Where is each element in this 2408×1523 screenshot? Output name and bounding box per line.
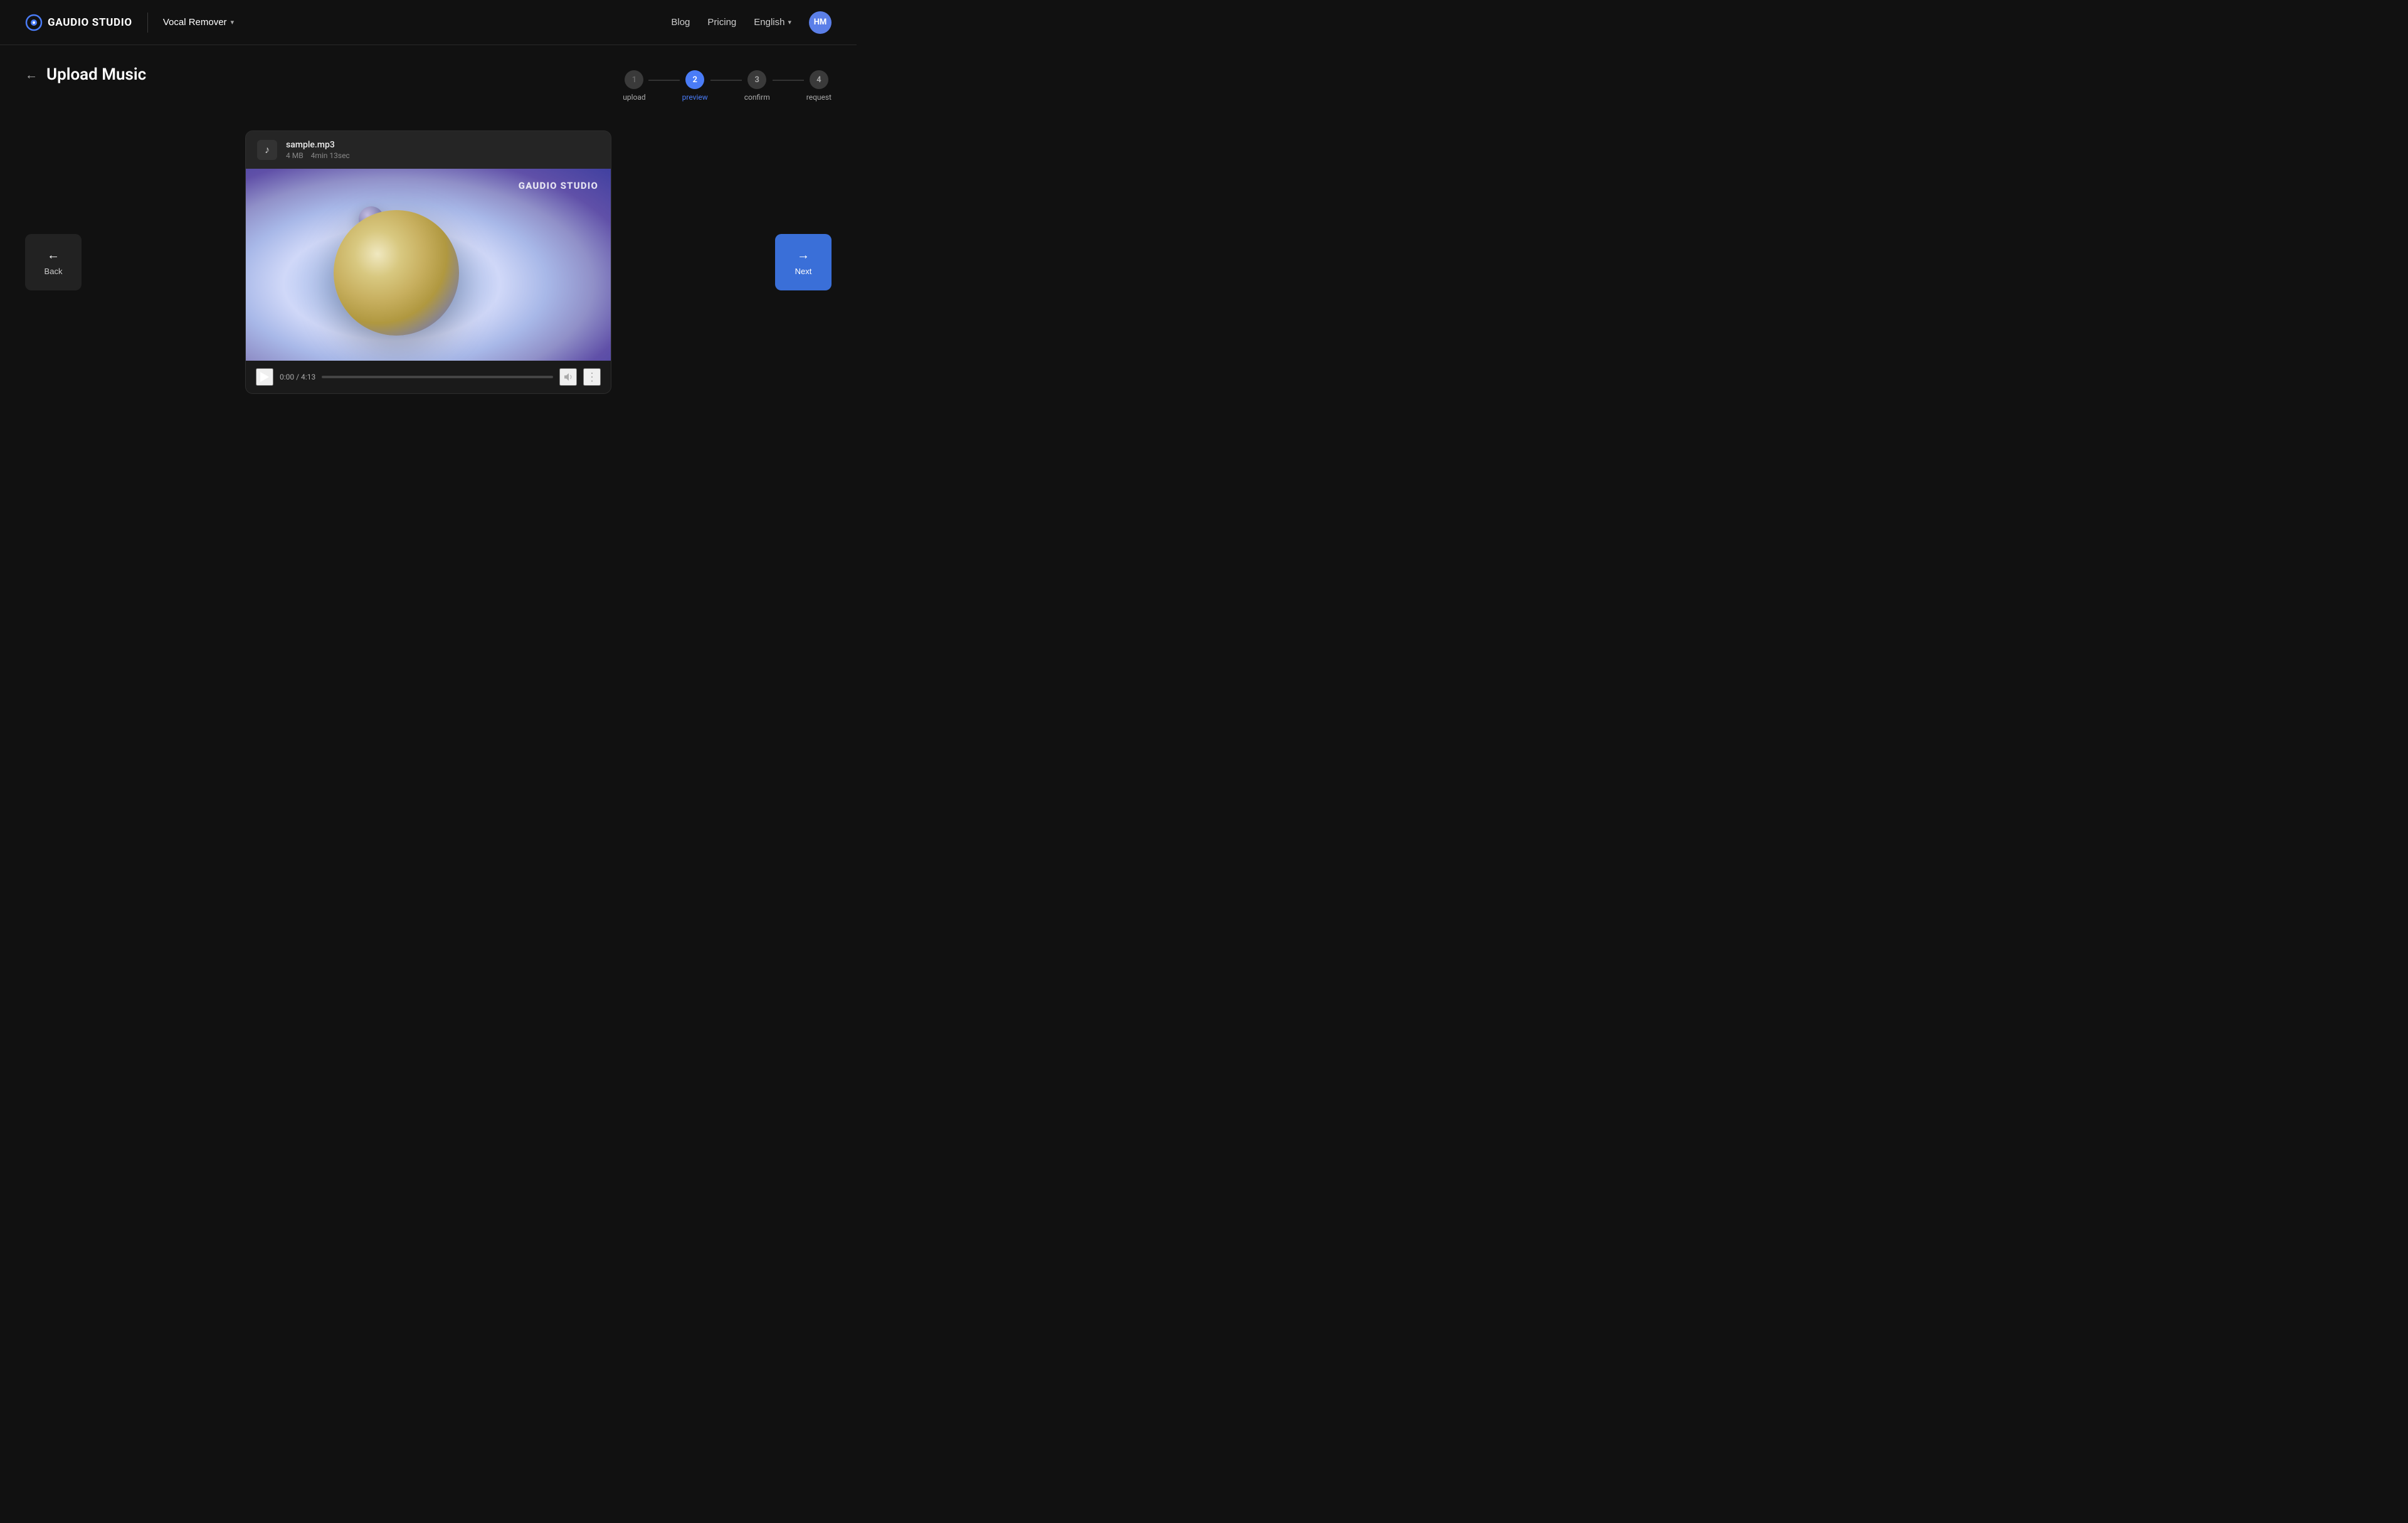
step-label-preview: preview <box>682 93 708 102</box>
file-meta: 4 MB 4min 13sec <box>286 151 350 160</box>
header-divider <box>147 13 148 33</box>
sphere-main <box>334 210 459 336</box>
step-label-request: request <box>806 93 832 102</box>
tool-name-label: Vocal Remover <box>163 17 227 28</box>
chevron-down-icon: ▾ <box>788 18 791 26</box>
step-connector-3-4 <box>773 80 804 81</box>
tool-selector-button[interactable]: Vocal Remover ▾ <box>163 17 234 28</box>
volume-icon <box>563 372 573 382</box>
page-header-row: ← Upload Music 1 upload 2 preview 3 <box>25 65 832 102</box>
step-connector-1-2 <box>648 80 680 81</box>
next-button-label: Next <box>795 267 812 276</box>
user-avatar[interactable]: HM <box>809 11 832 34</box>
back-arrow-icon[interactable]: ← <box>25 67 38 83</box>
step-label-confirm: confirm <box>744 93 770 102</box>
step-circle-4: 4 <box>810 70 828 89</box>
file-info-row: ♪ sample.mp3 4 MB 4min 13sec <box>246 131 611 169</box>
play-icon <box>260 372 269 382</box>
back-arrow-icon: ← <box>47 248 60 263</box>
more-options-button[interactable]: ⋮ <box>583 368 601 386</box>
step-upload: 1 upload <box>623 70 645 102</box>
blog-nav-link[interactable]: Blog <box>671 17 690 28</box>
step-confirm: 3 confirm <box>744 70 770 102</box>
chevron-down-icon: ▾ <box>231 18 235 26</box>
thumbnail-gradient: GAUDIO STUDIO <box>246 169 611 361</box>
next-arrow-icon: → <box>797 248 810 263</box>
page-title: Upload Music <box>46 65 146 84</box>
music-note-icon: ♪ <box>257 140 277 160</box>
pricing-nav-link[interactable]: Pricing <box>707 17 736 28</box>
header-left: GAUDIO STUDIO Vocal Remover ▾ <box>25 13 234 33</box>
media-card: ♪ sample.mp3 4 MB 4min 13sec GAUDIO STUD… <box>245 130 611 394</box>
page-title-area: ← Upload Music <box>25 65 146 84</box>
step-preview: 2 preview <box>682 70 708 102</box>
header-right: Blog Pricing English ▾ HM <box>671 11 832 34</box>
language-selector-button[interactable]: English ▾ <box>754 17 791 28</box>
progress-bar[interactable] <box>322 376 553 378</box>
media-thumbnail: GAUDIO STUDIO <box>246 169 611 361</box>
file-details: sample.mp3 4 MB 4min 13sec <box>286 140 350 160</box>
file-duration: 4min 13sec <box>311 151 350 160</box>
page-content: ← Upload Music 1 upload 2 preview 3 <box>0 45 857 420</box>
thumbnail-watermark: GAUDIO STUDIO <box>519 180 598 191</box>
file-size: 4 MB <box>286 151 304 160</box>
back-button[interactable]: ← Back <box>25 234 82 290</box>
volume-button[interactable] <box>559 368 577 386</box>
logo-icon <box>25 14 43 31</box>
video-controls: 0:00 / 4:13 ⋮ <box>246 361 611 393</box>
main-area: ← Back ♪ sample.mp3 4 MB 4min 13sec <box>25 124 832 400</box>
logo[interactable]: GAUDIO STUDIO <box>25 14 132 31</box>
time-display: 0:00 / 4:13 <box>280 373 315 381</box>
file-name: sample.mp3 <box>286 140 350 150</box>
step-circle-2: 2 <box>685 70 704 89</box>
step-connector-2-3 <box>710 80 742 81</box>
back-button-label: Back <box>45 267 63 276</box>
language-label: English <box>754 17 784 28</box>
play-button[interactable] <box>256 368 273 386</box>
next-button[interactable]: → Next <box>775 234 832 290</box>
logo-text: GAUDIO STUDIO <box>48 16 132 29</box>
stepper: 1 upload 2 preview 3 confirm <box>623 70 832 102</box>
app-header: GAUDIO STUDIO Vocal Remover ▾ Blog Prici… <box>0 0 857 45</box>
step-circle-3: 3 <box>747 70 766 89</box>
step-circle-1: 1 <box>625 70 643 89</box>
step-request: 4 request <box>806 70 832 102</box>
step-label-upload: upload <box>623 93 645 102</box>
